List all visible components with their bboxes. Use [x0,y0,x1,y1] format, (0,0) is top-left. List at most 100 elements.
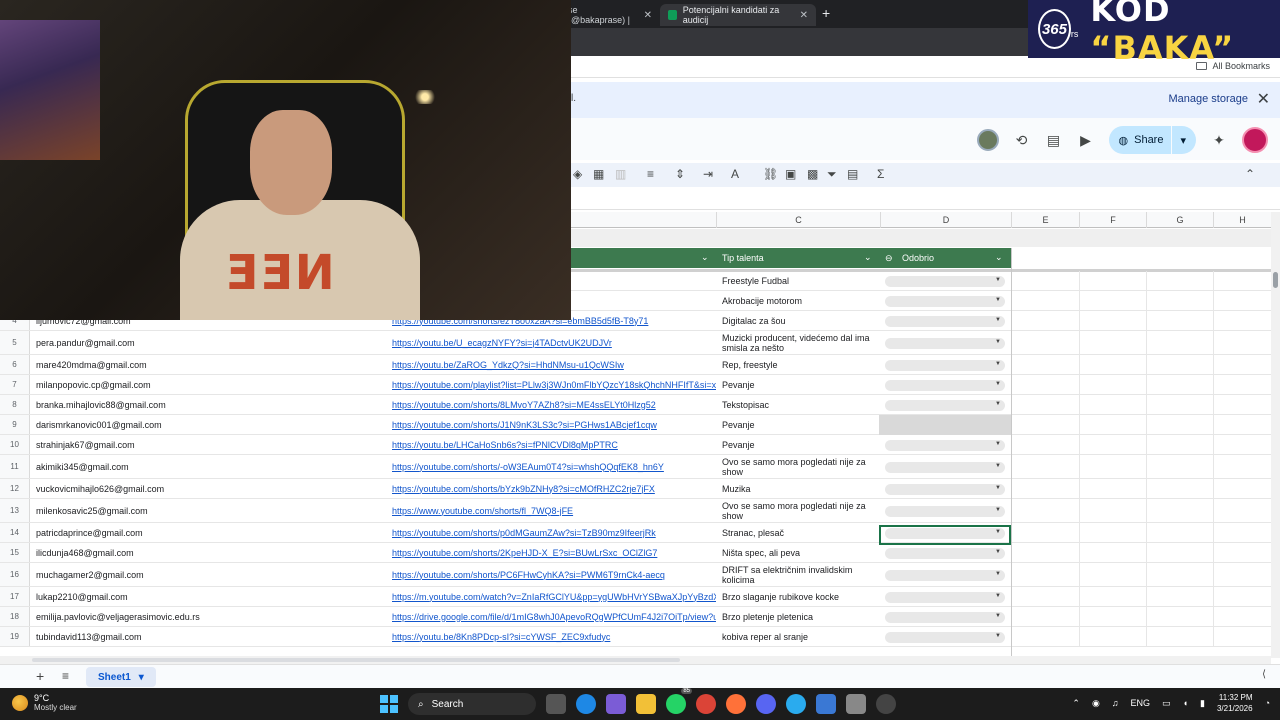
cell-e[interactable] [1011,415,1079,434]
cell-h[interactable] [1213,435,1271,454]
cell-g[interactable] [1146,395,1213,414]
cell-f[interactable] [1079,331,1146,354]
column-header-c[interactable]: C [716,212,880,228]
cell-talent[interactable]: Muzika [722,479,872,498]
start-icon[interactable] [380,695,398,713]
file-explorer-icon[interactable] [636,694,656,714]
cell-email[interactable]: emilija.pavlovic@veljagerasimovic.edu.rs [36,607,200,626]
cell-talent[interactable]: Pevanje [722,435,872,454]
filter-views-icon[interactable]: ▤ [847,167,858,181]
cell-g[interactable] [1146,291,1213,310]
row-number[interactable]: 19 [0,627,30,646]
cell-link[interactable]: https://youtu.be/U_ecagzNYFY?si=j4TADctv… [392,331,716,354]
firefox-icon[interactable] [726,694,746,714]
cell-link[interactable]: https://youtu.be/8Kn8PDcp-sI?si=cYWSF_ZE… [392,627,716,646]
insert-comment-icon[interactable]: ▣ [785,167,796,181]
manage-storage-button[interactable]: Manage storage [1169,93,1249,105]
add-sheet-button[interactable]: + [36,668,44,684]
cell-f[interactable] [1079,499,1146,522]
cell-email[interactable]: vuckovicmihajlo626@gmail.com [36,479,164,498]
cell-link[interactable]: https://youtube.com/shorts/8LMvoY7AZh8?s… [392,395,716,414]
battery-icon[interactable]: ▮ [1200,698,1205,709]
cell-g[interactable] [1146,435,1213,454]
link-icon[interactable]: ⛓ [763,167,778,181]
close-icon[interactable]: ✕ [644,10,652,21]
cell-link[interactable]: https://youtube.com/shorts/bYzk9bZNHy8?s… [392,479,716,498]
cell-f[interactable] [1079,355,1146,374]
obs-icon[interactable] [876,694,896,714]
text-rotation-icon[interactable]: A [731,167,739,181]
chrome-icon[interactable] [696,694,716,714]
cell-f[interactable] [1079,479,1146,498]
cell-email[interactable]: tubindavid113@gmail.com [36,627,142,646]
edge-icon[interactable] [576,694,596,714]
odobrio-dropdown[interactable] [885,379,1005,391]
column-header-f[interactable]: F [1079,212,1146,228]
collapse-toolbar-icon[interactable]: ⌃ [1245,167,1255,181]
cell-link[interactable]: https://youtube.com/shorts/J1N9nK3LS3c?s… [392,415,716,434]
odobrio-dropdown[interactable] [885,461,1005,473]
column-header-h[interactable]: H [1213,212,1271,228]
odobrio-dropdown[interactable] [885,631,1005,643]
cell-f[interactable] [1079,587,1146,606]
cell-h[interactable] [1213,395,1271,414]
cell-f[interactable] [1079,291,1146,310]
cell-h[interactable] [1213,331,1271,354]
chevron-down-icon[interactable]: ⌄ [864,252,872,263]
cell-talent[interactable]: Pevanje [722,375,872,394]
cell-email[interactable]: milanpopovic.cp@gmail.com [36,375,151,394]
taskbar-search[interactable]: ⌕ Search [408,693,536,715]
cell-e[interactable] [1011,563,1079,586]
cell-email[interactable]: ilicdunja468@gmail.com [36,543,134,562]
odobrio-dropdown[interactable] [885,295,1005,307]
cell-h[interactable] [1213,311,1271,330]
cell-h[interactable] [1213,355,1271,374]
fill-color-icon[interactable]: ◈ [573,167,582,181]
copilot-icon[interactable] [606,694,626,714]
row-number[interactable]: 5 [0,331,30,354]
cell-talent[interactable]: Pevanje [722,415,872,434]
cell-e[interactable] [1011,331,1079,354]
cell-h[interactable] [1213,455,1271,478]
cell-talent[interactable]: Brzo slaganje rubikove kocke [722,587,872,606]
odobrio-dropdown[interactable] [885,611,1005,623]
cell-link[interactable]: https://youtube.com/shorts/-oW3EAum0T4?s… [392,455,716,478]
functions-icon[interactable]: Σ [877,167,884,181]
telegram-icon[interactable] [786,694,806,714]
align-horizontal-icon[interactable]: ≡ [647,167,654,181]
browser-tab-1[interactable]: se (@bakaprase) | ✕ [560,4,660,26]
cell-h[interactable] [1213,415,1271,434]
cell-talent[interactable]: Ovo se samo mora pogledati nije za show [722,455,872,478]
cell-talent[interactable]: Ovo se samo mora pogledati nije za show [722,499,872,522]
odobrio-dropdown[interactable] [885,399,1005,411]
chevron-down-icon[interactable]: ▾ [139,672,144,683]
settings-icon[interactable] [846,694,866,714]
cell-h[interactable] [1213,375,1271,394]
discord-icon[interactable] [756,694,776,714]
cell-h[interactable] [1213,271,1271,290]
cell-email[interactable]: milenkosavic25@gmail.com [36,499,148,522]
cell-link[interactable]: https://m.youtube.com/watch?v=ZnIaRfGClY… [392,587,716,606]
cell-f[interactable] [1079,395,1146,414]
cell-email[interactable]: strahinjak67@gmail.com [36,435,135,454]
cell-h[interactable] [1213,627,1271,646]
cell-email[interactable]: pera.pandur@gmail.com [36,331,135,354]
cell-h[interactable] [1213,543,1271,562]
odobrio-dropdown[interactable] [885,547,1005,559]
align-vertical-icon[interactable]: ⇕ [675,167,685,181]
cell-link[interactable]: https://youtube.com/shorts/p0dMGaumZAw?s… [392,523,716,542]
microphone-icon[interactable]: ♫ [1112,698,1119,708]
notepad-icon[interactable] [816,694,836,714]
cell-link[interactable]: https://youtube.com/shorts/PC6FHwCyhKA?s… [392,563,716,586]
selected-cell[interactable] [879,525,1011,545]
cell-e[interactable] [1011,543,1079,562]
odobrio-dropdown[interactable] [885,315,1005,327]
row-number[interactable]: 18 [0,607,30,626]
cell-e[interactable] [1011,291,1079,310]
cell-e[interactable] [1011,355,1079,374]
cell-email[interactable]: patricdaprince@gmail.com [36,523,143,542]
chevron-down-icon[interactable]: ▾ [1180,134,1186,147]
row-number[interactable]: 7 [0,375,30,394]
odobrio-dropdown[interactable] [885,569,1005,581]
cell-g[interactable] [1146,523,1213,542]
